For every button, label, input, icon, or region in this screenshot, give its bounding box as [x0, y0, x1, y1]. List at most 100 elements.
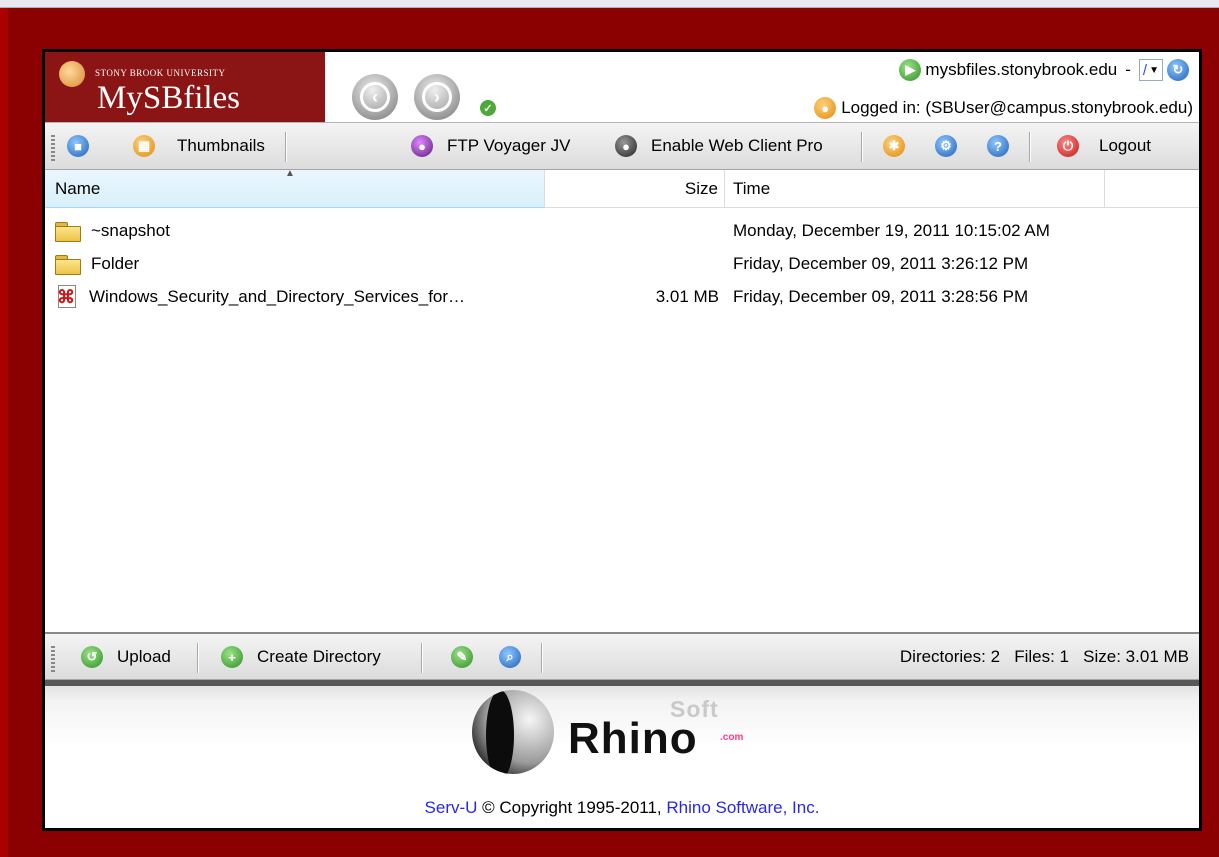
file-name-cell: ⌘ Windows_Security_and_Directory_Service…: [55, 280, 465, 313]
connected-check-icon: ✓: [480, 100, 496, 116]
key-icon: ✱: [883, 135, 905, 157]
rhino-globe-icon: [472, 690, 554, 774]
file-size: [545, 247, 719, 280]
column-header-name[interactable]: Name ▲: [45, 168, 545, 208]
ftp-voyager-button[interactable]: ● FTP Voyager JV: [411, 123, 570, 169]
university-name: STONY BROOK UNIVERSITY: [95, 68, 226, 78]
login-line: ● Logged in: (SBUser@campus.stonybrook.e…: [814, 96, 1193, 120]
thumbnails-label: Thumbnails: [177, 136, 265, 155]
home-icon: ■: [67, 135, 89, 157]
copyright-text: © Copyright 1995-2011,: [477, 798, 667, 817]
file-name: ~snapshot: [91, 220, 170, 240]
file-row[interactable]: Folder Friday, December 09, 2011 3:26:12…: [45, 247, 1199, 280]
file-size: [545, 214, 719, 247]
help-icon: ?: [987, 135, 1009, 157]
change-password-button[interactable]: ✱: [883, 123, 905, 169]
file-time: Friday, December 09, 2011 3:26:12 PM: [733, 253, 1029, 273]
rhinosoft-logo: Rhino Soft .com: [472, 688, 772, 778]
university-seal-icon: [59, 61, 85, 87]
enable-web-client-pro-label: Enable Web Client Pro: [651, 136, 823, 155]
app-content: STONY BROOK UNIVERSITY MySBfiles ‹ › ✓ ▶…: [45, 52, 1199, 828]
toolbar-separator: [197, 643, 199, 673]
navigation-buttons: ‹ › ✓: [352, 74, 502, 124]
path-value: /: [1142, 61, 1148, 79]
rhino-software-link[interactable]: Rhino Software, Inc.: [666, 798, 819, 817]
web-client-pro-icon: ●: [615, 135, 637, 157]
copyright-line: Serv-U © Copyright 1995-2011, Rhino Soft…: [45, 798, 1199, 818]
server-icon: ▶: [899, 59, 922, 81]
column-header-filler: [1105, 170, 1199, 208]
toolbar-separator: [421, 643, 423, 673]
create-directory-button[interactable]: + Create Directory: [221, 634, 381, 680]
server-name: mysbfiles.stonybrook.edu: [925, 60, 1118, 79]
back-button[interactable]: ‹: [352, 74, 398, 120]
column-time-label: Time: [733, 179, 771, 198]
help-button[interactable]: ?: [987, 123, 1009, 169]
file-name-cell: ~snapshot: [55, 214, 170, 247]
logo-com: .com: [720, 732, 744, 743]
brand-block: STONY BROOK UNIVERSITY MySBfiles: [45, 52, 325, 122]
header: STONY BROOK UNIVERSITY MySBfiles ‹ › ✓ ▶…: [45, 52, 1199, 122]
path-select[interactable]: / ▼: [1138, 59, 1163, 81]
logged-in-text: Logged in: (SBUser@campus.stonybrook.edu…: [841, 98, 1193, 117]
file-list-header: Name ▲ Size Time: [45, 168, 1199, 208]
create-directory-icon: +: [221, 646, 243, 668]
enable-web-client-pro-button[interactable]: ● Enable Web Client Pro: [615, 123, 823, 169]
server-separator: -: [1125, 60, 1131, 79]
file-row[interactable]: ~snapshot Monday, December 19, 2011 10:1…: [45, 214, 1199, 247]
home-button[interactable]: ■: [67, 123, 89, 169]
main-toolbar: ■ ▦ Thumbnails ● FTP Voyager JV ● Enable…: [45, 122, 1199, 170]
create-directory-label: Create Directory: [257, 647, 381, 666]
forward-button[interactable]: ›: [414, 74, 460, 120]
settings-button[interactable]: ⚙: [935, 123, 957, 169]
file-name: Folder: [91, 253, 140, 273]
file-time: Friday, December 09, 2011 3:28:56 PM: [733, 286, 1029, 306]
ftp-voyager-label: FTP Voyager JV: [447, 136, 571, 155]
refresh-icon[interactable]: ↻: [1167, 59, 1189, 81]
upload-icon: ↺: [81, 646, 103, 668]
search-icon: ⌕: [499, 646, 521, 668]
forward-arrow-icon: ›: [422, 82, 452, 112]
servu-link[interactable]: Serv-U: [425, 798, 478, 817]
file-row[interactable]: ⌘ Windows_Security_and_Directory_Service…: [45, 280, 1199, 313]
logout-button[interactable]: ⏻ Logout: [1057, 123, 1151, 169]
logout-label: Logout: [1099, 136, 1151, 155]
toolbar-separator: [1029, 132, 1031, 162]
toolbar-grip[interactable]: [51, 646, 55, 672]
rename-icon: ✎: [451, 646, 473, 668]
status-summary: Directories: 2 Files: 1 Size: 3.01 MB: [899, 647, 1189, 666]
app-frame: STONY BROOK UNIVERSITY MySBfiles ‹ › ✓ ▶…: [42, 49, 1202, 831]
file-name: Windows_Security_and_Directory_Services_…: [89, 286, 466, 306]
file-name-cell: Folder: [55, 247, 139, 280]
window-left-edge: [0, 8, 8, 857]
folder-icon: [55, 254, 81, 275]
sort-ascending-icon: ▲: [285, 168, 295, 179]
footer: Rhino Soft .com Serv-U © Copyright 1995-…: [45, 680, 1199, 828]
file-size: 3.01 MB: [655, 286, 719, 306]
file-time: Monday, December 19, 2011 10:15:02 AM: [733, 220, 1050, 240]
thumbnails-button[interactable]: ▦ Thumbnails: [133, 123, 265, 169]
power-icon: ⏻: [1057, 135, 1079, 157]
ftp-voyager-icon: ●: [411, 135, 433, 157]
column-size-label: Size: [684, 179, 718, 198]
action-toolbar: ↺ Upload + Create Directory ✎ ⌕ Director…: [45, 632, 1199, 680]
toolbar-separator: [285, 132, 287, 162]
pdf-icon: ⌘: [57, 284, 76, 308]
logo-soft: Soft: [670, 696, 719, 722]
search-button[interactable]: ⌕: [499, 634, 521, 680]
app-title: MySBfiles: [97, 80, 241, 116]
back-arrow-icon: ‹: [360, 82, 390, 112]
column-header-time[interactable]: Time: [725, 170, 1105, 208]
upload-label: Upload: [117, 647, 171, 666]
file-list: ~snapshot Monday, December 19, 2011 10:1…: [45, 208, 1199, 632]
upload-button[interactable]: ↺ Upload: [81, 634, 171, 680]
toolbar-separator: [861, 132, 863, 162]
user-icon: ●: [814, 97, 837, 119]
toolbar-separator: [541, 643, 543, 673]
gear-icon: ⚙: [935, 135, 957, 157]
folder-icon: [55, 221, 81, 242]
thumbnails-icon: ▦: [133, 135, 155, 157]
rename-button[interactable]: ✎: [451, 634, 473, 680]
toolbar-grip[interactable]: [51, 135, 55, 161]
column-header-size[interactable]: Size: [545, 170, 725, 208]
